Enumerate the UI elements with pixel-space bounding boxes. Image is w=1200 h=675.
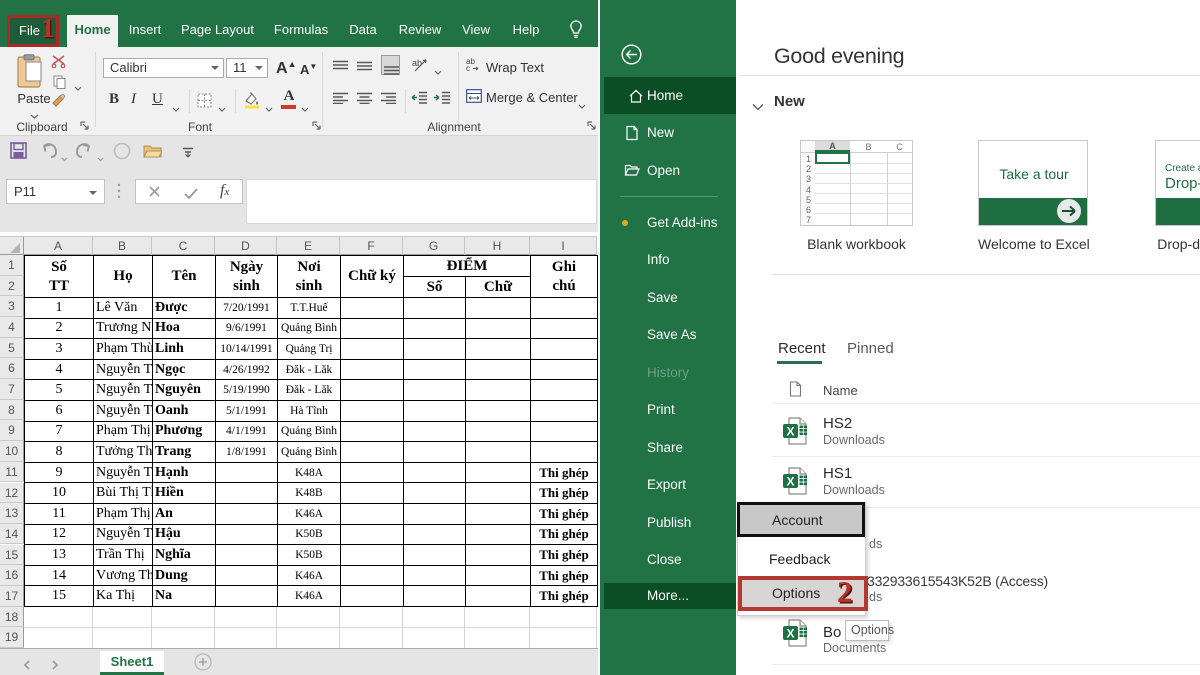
svg-text:X: X xyxy=(786,425,794,439)
svg-text:c: c xyxy=(466,64,470,72)
svg-text:X: X xyxy=(786,475,794,489)
svg-text:ab: ab xyxy=(412,58,422,68)
svg-text:X: X xyxy=(786,627,794,641)
